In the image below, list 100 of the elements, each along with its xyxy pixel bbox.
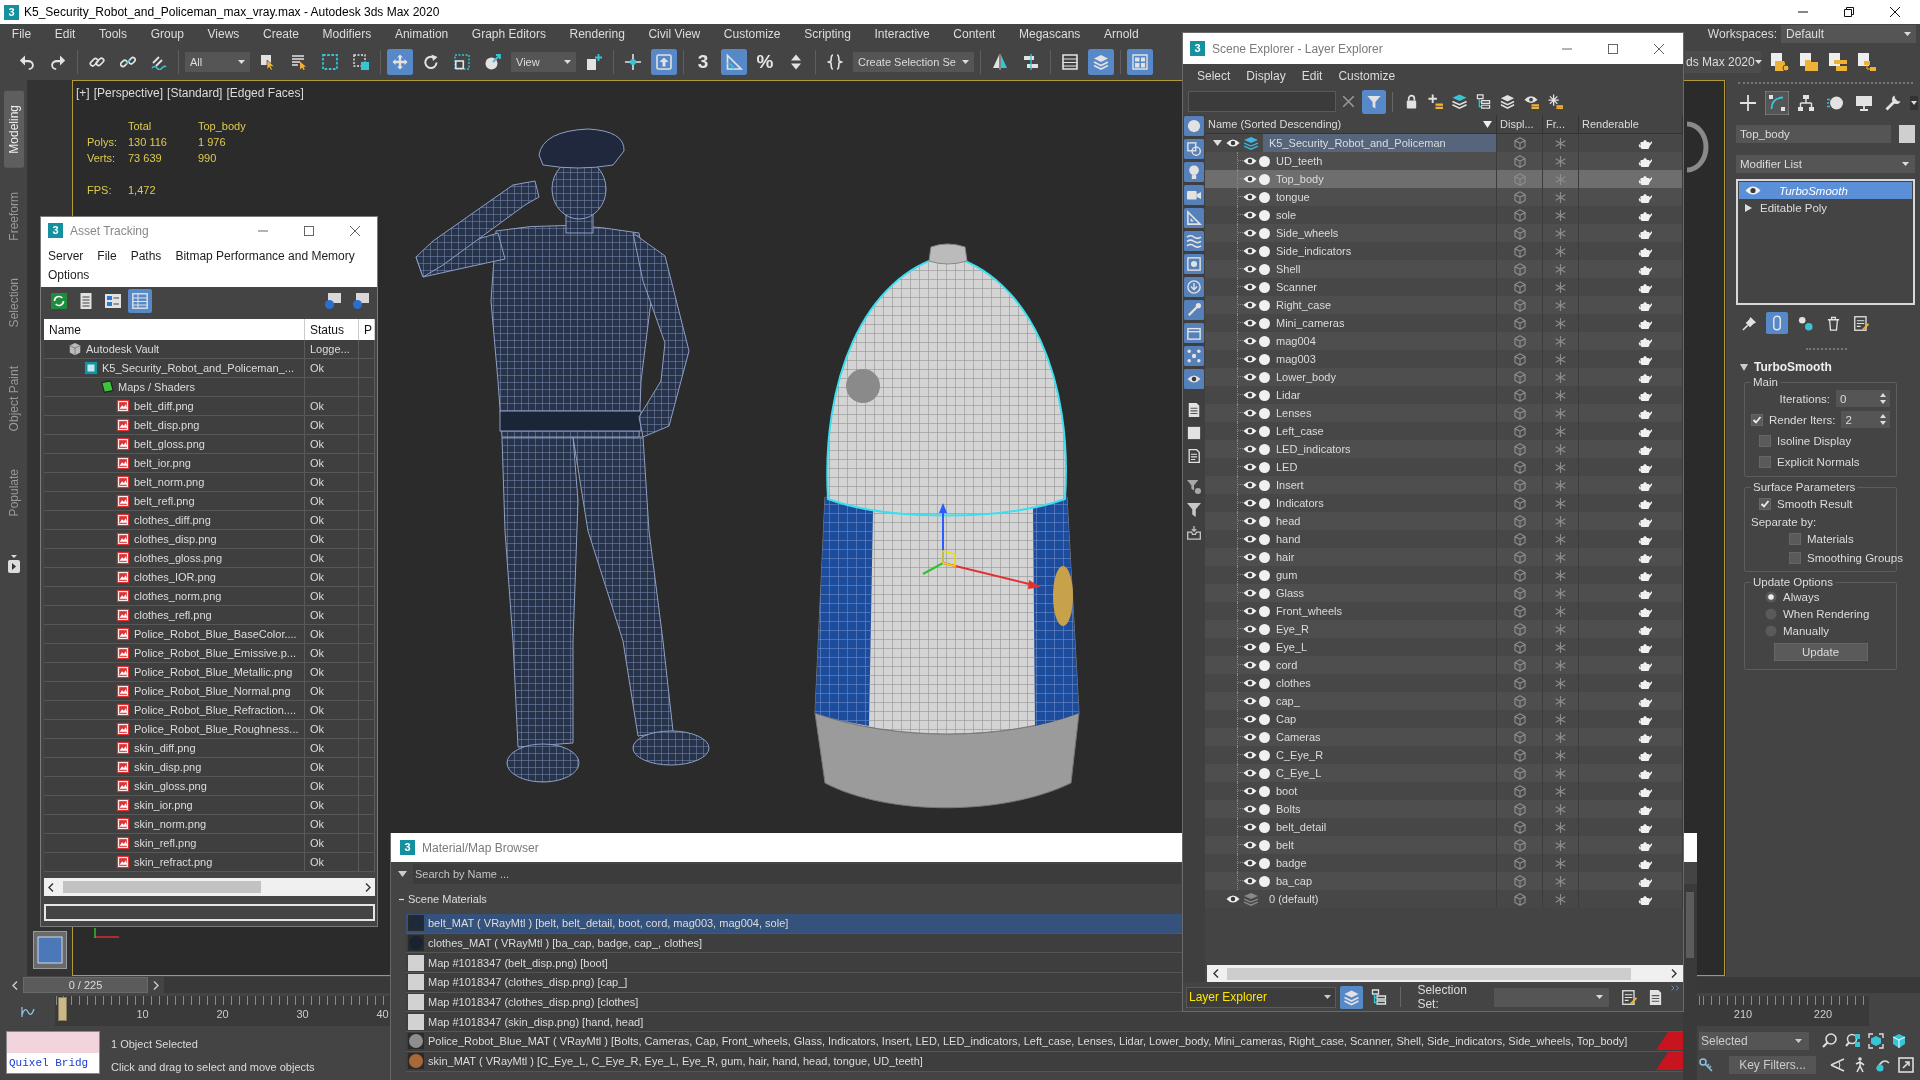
dropdown-triangle-icon[interactable] [398, 871, 407, 877]
object-row[interactable]: mag004 [1205, 332, 1683, 350]
waves-icon[interactable] [1184, 231, 1204, 251]
scrollbar-thumb[interactable] [1686, 892, 1694, 958]
scroll-right-icon[interactable] [1671, 969, 1677, 978]
snowflake-icon[interactable] [1555, 839, 1566, 851]
cube-icon[interactable] [1513, 874, 1526, 888]
align-bars-icon[interactable] [1022, 54, 1039, 70]
snowflake-icon[interactable] [1555, 299, 1566, 311]
menu-item[interactable]: Megascans [1007, 27, 1093, 41]
tray-icon[interactable] [1187, 526, 1201, 540]
capsule-icon[interactable] [1766, 312, 1788, 334]
object-row[interactable]: hair [1205, 548, 1683, 566]
teapot-icon[interactable] [1637, 155, 1653, 167]
wrench-icon[interactable] [1885, 95, 1901, 111]
cube-icon[interactable] [1513, 784, 1526, 798]
motion-ball-icon[interactable] [1827, 95, 1843, 111]
teapot-icon[interactable] [1637, 677, 1653, 689]
eye-icon[interactable] [1226, 139, 1240, 147]
teapot-icon[interactable] [1637, 713, 1653, 725]
eye-icon[interactable] [1243, 751, 1257, 759]
asset-name[interactable]: Police_Robot_Blue_Emissive.p... [134, 647, 297, 659]
asset-name[interactable]: belt_refl.png [134, 495, 195, 507]
snowflake-icon[interactable] [1555, 425, 1566, 437]
material-row[interactable]: Map #1018347 (belt_disp.png) [boot] [406, 953, 1182, 974]
teapot-icon[interactable] [1637, 209, 1653, 221]
menu-item[interactable]: Edit [1301, 69, 1323, 83]
column-header[interactable]: Renderable [1579, 115, 1683, 133]
snowflake-icon[interactable] [1555, 803, 1566, 815]
cube-icon[interactable] [1513, 280, 1526, 294]
monitor-icon[interactable] [1856, 95, 1872, 111]
eye-icon[interactable] [1243, 589, 1257, 597]
eye-icon[interactable] [1226, 895, 1240, 903]
square-icon[interactable] [1187, 426, 1201, 440]
camera-icon[interactable] [1184, 185, 1204, 205]
teapot-icon[interactable] [1637, 857, 1653, 869]
object-row[interactable]: Eye_R [1205, 620, 1683, 638]
snowflake-icon[interactable] [1555, 551, 1566, 563]
eye-icon[interactable] [1243, 823, 1257, 831]
horizontal-scrollbar[interactable] [1207, 965, 1683, 982]
folder-icon[interactable] [1799, 52, 1819, 72]
rotate-arrow-icon[interactable] [423, 54, 439, 70]
asset-name[interactable]: Autodesk Vault [86, 343, 160, 355]
move-gizmo[interactable] [922, 503, 1041, 589]
trackbar[interactable]: 210 220 [1697, 996, 1869, 1026]
eye-icon[interactable] [1243, 625, 1257, 633]
viewcube-ring[interactable] [1686, 121, 1709, 173]
material-row[interactable]: skin_MAT ( VRayMtl ) [C_Eye_L, C_Eye_R, Eye_L, Eye_R, gum, hair, hand, head, tongue, UD_teeth] [406, 1051, 1683, 1072]
cube-icon[interactable] [1513, 820, 1526, 834]
snowflake-icon[interactable] [1555, 893, 1566, 905]
snowflake-icon[interactable] [1555, 155, 1566, 167]
snowflake-icon[interactable] [1555, 875, 1566, 887]
snowflake-icon[interactable] [1555, 641, 1566, 653]
box-icon[interactable] [1184, 323, 1204, 343]
teapot-icon[interactable] [1637, 497, 1653, 509]
plus-layer-icon[interactable] [1427, 94, 1443, 109]
eye-icon[interactable] [1243, 877, 1257, 885]
eye-icon[interactable] [1243, 805, 1257, 813]
curve-editor-icon[interactable] [21, 1007, 35, 1017]
object-row[interactable]: ba_cap [1205, 872, 1683, 890]
teapot-icon[interactable] [1637, 785, 1653, 797]
pin-icon[interactable] [1741, 315, 1757, 331]
eye-icon[interactable] [1243, 535, 1257, 543]
broken-chain-icon[interactable] [120, 54, 136, 70]
explorer-mode-dropdown[interactable]: Layer Explorer [1186, 986, 1337, 1008]
snowflake-icon[interactable] [1555, 623, 1566, 635]
object-row[interactable]: belt [1205, 836, 1683, 854]
spinner-arrows-icon[interactable] [1880, 393, 1886, 404]
sheet-pencil-icon[interactable] [1853, 315, 1869, 331]
crosshair-icon[interactable] [625, 54, 641, 70]
snowflake-icon[interactable] [1555, 407, 1566, 419]
expand-arrow-icon[interactable] [7, 554, 20, 573]
cube-icon[interactable] [1513, 586, 1526, 600]
asset-name[interactable]: Police_Robot_Blue_Metallic.png [134, 666, 293, 678]
eye-icon[interactable] [1243, 571, 1257, 579]
eye-icon[interactable] [1243, 463, 1257, 471]
scroll-right-icon[interactable] [365, 882, 371, 892]
bone-icon[interactable] [1184, 300, 1204, 320]
checkbox[interactable] [1759, 497, 1771, 510]
search-field[interactable]: Search by Name ... [413, 864, 1181, 884]
checkbox[interactable] [1789, 551, 1801, 564]
asset-name[interactable]: skin_refract.png [134, 856, 213, 868]
cube-icon[interactable] [1513, 154, 1526, 168]
clear-icon[interactable] [1343, 96, 1354, 107]
snowflake-icon[interactable] [1555, 857, 1566, 869]
menu-item[interactable]: Modifiers [310, 27, 384, 41]
object-row[interactable]: Top_body [1205, 170, 1683, 188]
thumbnail-list-icon[interactable] [105, 293, 121, 309]
grid-icon[interactable] [128, 289, 152, 313]
asset-name[interactable]: skin_gloss.png [134, 780, 207, 792]
viewport-label[interactable]: [+] [76, 86, 90, 100]
teapot-icon[interactable] [1637, 893, 1653, 905]
key-mode-dropdown[interactable]: Selected [1699, 1032, 1809, 1050]
cube-icon[interactable] [1513, 262, 1526, 276]
ribbon-tab[interactable]: Freeform [3, 177, 24, 255]
layers-icon[interactable] [1499, 94, 1515, 109]
cube-icon[interactable] [1513, 856, 1526, 870]
cube-icon[interactable] [1513, 730, 1526, 744]
framed-circle-icon[interactable] [1184, 254, 1204, 274]
trackbar[interactable]: 10 20 30 40 [55, 996, 390, 1026]
